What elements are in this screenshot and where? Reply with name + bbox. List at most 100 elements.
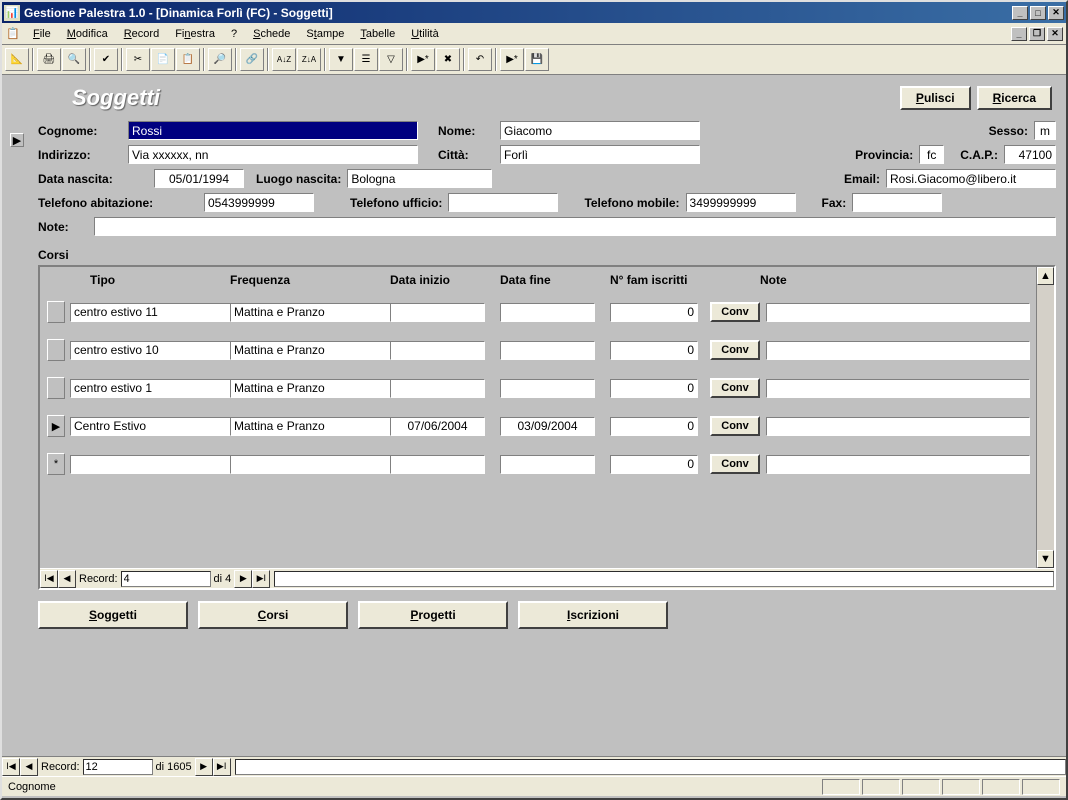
luogo-nascita-input[interactable]	[347, 169, 492, 188]
citta-input[interactable]	[500, 145, 700, 164]
mdi-restore-button[interactable]: ❐	[1029, 27, 1045, 41]
tipo-input[interactable]	[70, 341, 233, 360]
tipo-combo[interactable]: ▾	[70, 341, 212, 360]
paste-icon[interactable]: 📋	[176, 48, 200, 71]
menu-tabelle[interactable]: Tabelle	[352, 26, 403, 42]
tipo-combo[interactable]: ▾	[70, 303, 212, 322]
row-note-input[interactable]	[766, 341, 1030, 360]
row-selector[interactable]: ▶	[47, 415, 65, 437]
find-icon[interactable]: 🔎	[208, 48, 232, 71]
data-inizio-input[interactable]	[390, 417, 485, 436]
new-record-icon[interactable]: ▶*	[411, 48, 435, 71]
frequenza-combo[interactable]: ▾	[230, 303, 372, 322]
nav-current-input[interactable]	[121, 571, 211, 587]
row-selector[interactable]	[47, 301, 65, 323]
tel-mobile-input[interactable]	[686, 193, 796, 212]
scroll-up-icon[interactable]: ▲	[1037, 267, 1054, 285]
nav-next-icon[interactable]: ▶	[234, 570, 252, 588]
data-inizio-input[interactable]	[390, 341, 485, 360]
tipo-input[interactable]	[70, 455, 233, 474]
menu-record[interactable]: Record	[116, 26, 167, 42]
email-input[interactable]	[886, 169, 1056, 188]
outer-nav-last-icon[interactable]: ▶I	[213, 758, 231, 776]
note-input[interactable]	[94, 217, 1056, 236]
row-note-input[interactable]	[766, 417, 1030, 436]
maximize-button[interactable]: □	[1030, 6, 1046, 20]
menu-help[interactable]: ?	[223, 26, 245, 42]
save-icon[interactable]: 💾	[525, 48, 549, 71]
row-selector[interactable]: *	[47, 453, 65, 475]
undo-icon[interactable]: ↶	[468, 48, 492, 71]
filter-selection-icon[interactable]: ▼	[329, 48, 353, 71]
indirizzo-input[interactable]	[128, 145, 418, 164]
mdi-close-button[interactable]: ✕	[1047, 27, 1063, 41]
provincia-input[interactable]	[919, 145, 944, 164]
nav-prev-icon[interactable]: ◀	[58, 570, 76, 588]
menu-utilita[interactable]: Utilità	[403, 26, 447, 42]
close-button[interactable]: ✕	[1048, 6, 1064, 20]
tipo-combo[interactable]: ▾	[70, 417, 212, 436]
num-fam-input[interactable]	[610, 303, 698, 322]
frequenza-combo[interactable]: ▾	[230, 417, 372, 436]
data-inizio-input[interactable]	[390, 379, 485, 398]
print-preview-icon[interactable]: 🔍	[62, 48, 86, 71]
print-icon[interactable]: 🖨	[37, 48, 61, 71]
data-fine-input[interactable]	[500, 379, 595, 398]
tipo-combo[interactable]: ▾	[70, 379, 212, 398]
conv-button[interactable]: Conv	[710, 454, 760, 474]
outer-nav-first-icon[interactable]: I◀	[2, 758, 20, 776]
hyperlink-icon[interactable]: 🔗	[240, 48, 264, 71]
ricerca-button[interactable]: Ricerca	[977, 86, 1052, 110]
menu-finestra[interactable]: Finestra	[167, 26, 223, 42]
frequenza-input[interactable]	[230, 303, 393, 322]
sesso-input[interactable]	[1034, 121, 1056, 140]
copy-icon[interactable]: 📄	[151, 48, 175, 71]
tab-corsi[interactable]: Corsi	[198, 601, 348, 629]
outer-nav-current-input[interactable]	[83, 759, 153, 775]
nome-input[interactable]	[500, 121, 700, 140]
tab-iscrizioni[interactable]: Iscrizioni	[518, 601, 668, 629]
design-view-icon[interactable]: 📐	[5, 48, 29, 71]
conv-button[interactable]: Conv	[710, 302, 760, 322]
conv-button[interactable]: Conv	[710, 416, 760, 436]
vertical-scrollbar[interactable]: ▼	[1036, 293, 1054, 568]
delete-record-icon[interactable]: ✖	[436, 48, 460, 71]
minimize-button[interactable]: _	[1012, 6, 1028, 20]
menu-schede[interactable]: Schede	[245, 26, 298, 42]
menu-file[interactable]: File	[25, 26, 59, 42]
data-fine-input[interactable]	[500, 417, 595, 436]
pulisci-button[interactable]: Pulisci	[900, 86, 971, 110]
goto-new-icon[interactable]: ▶*	[500, 48, 524, 71]
frequenza-input[interactable]	[230, 455, 393, 474]
row-note-input[interactable]	[766, 455, 1030, 474]
tel-ufficio-input[interactable]	[448, 193, 558, 212]
tipo-combo[interactable]: ▾	[70, 455, 212, 474]
row-selector[interactable]	[47, 377, 65, 399]
frequenza-input[interactable]	[230, 379, 393, 398]
num-fam-input[interactable]	[610, 379, 698, 398]
num-fam-input[interactable]	[610, 341, 698, 360]
mdi-minimize-button[interactable]: _	[1011, 27, 1027, 41]
cap-input[interactable]	[1004, 145, 1056, 164]
menu-stampe[interactable]: Stampe	[298, 26, 352, 42]
tab-soggetti[interactable]: Soggetti	[38, 601, 188, 629]
nav-first-icon[interactable]: I◀	[40, 570, 58, 588]
tel-abitazione-input[interactable]	[204, 193, 314, 212]
tipo-input[interactable]	[70, 303, 233, 322]
record-selector[interactable]: ▶	[10, 133, 24, 147]
tab-progetti[interactable]: Progetti	[358, 601, 508, 629]
sort-asc-icon[interactable]: A↓Z	[272, 48, 296, 71]
data-inizio-input[interactable]	[390, 455, 485, 474]
cognome-input[interactable]	[128, 121, 418, 140]
conv-button[interactable]: Conv	[710, 378, 760, 398]
conv-button[interactable]: Conv	[710, 340, 760, 360]
frequenza-combo[interactable]: ▾	[230, 341, 372, 360]
num-fam-input[interactable]	[610, 417, 698, 436]
scroll-down-icon[interactable]: ▼	[1037, 550, 1054, 568]
outer-nav-prev-icon[interactable]: ◀	[20, 758, 38, 776]
apply-filter-icon[interactable]: ▽	[379, 48, 403, 71]
tipo-input[interactable]	[70, 417, 233, 436]
row-note-input[interactable]	[766, 379, 1030, 398]
data-fine-input[interactable]	[500, 341, 595, 360]
row-selector[interactable]	[47, 339, 65, 361]
